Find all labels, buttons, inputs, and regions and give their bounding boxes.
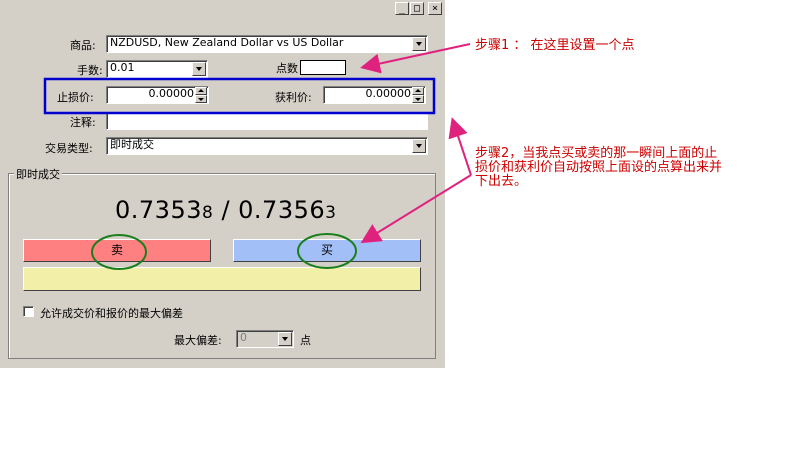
step1-annotation: 步骤1 ： 在这里设置一个点: [475, 38, 635, 53]
step2-annotation: 步骤2，当我点买或卖的那一瞬间上面的止 损价和获利价自动按照上面设的点算出来并 …: [475, 146, 723, 189]
annotation-overlay: [43, 43, 472, 270]
step2-arrow-up: [448, 117, 472, 176]
step2-arrow-buy: [360, 174, 472, 244]
sl-tp-highlight-box: [43, 77, 436, 115]
buy-circle-highlight: [297, 233, 357, 269]
step1-arrow: [360, 43, 471, 74]
sell-circle-highlight: [91, 234, 147, 270]
